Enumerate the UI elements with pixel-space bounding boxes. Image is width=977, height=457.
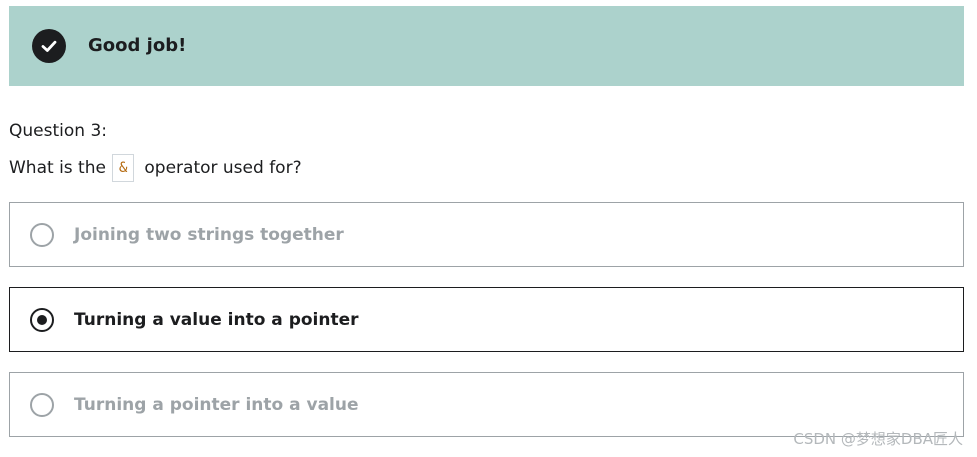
question-number: Question 3:	[9, 121, 107, 141]
answer-option-1[interactable]: Joining two strings together	[9, 202, 964, 267]
radio-button[interactable]	[30, 393, 54, 417]
banner-message: Good job!	[88, 35, 187, 56]
answer-option-label: Turning a value into a pointer	[74, 310, 359, 330]
check-circle-icon	[32, 29, 66, 63]
radio-button-selected[interactable]	[30, 308, 54, 332]
code-snippet: &	[111, 154, 135, 182]
watermark: CSDN @梦想家DBA匠人	[793, 430, 963, 448]
answer-option-label: Joining two strings together	[74, 225, 344, 245]
radio-button[interactable]	[30, 223, 54, 247]
success-banner: Good job!	[9, 6, 964, 86]
question-text-before: What is the	[9, 158, 106, 178]
question-text-after: operator used for?	[144, 158, 302, 178]
question-prompt: What is the & operator used for?	[9, 154, 302, 182]
answer-option-3[interactable]: Turning a pointer into a value	[9, 372, 964, 437]
answer-option-2[interactable]: Turning a value into a pointer	[9, 287, 964, 352]
answer-option-label: Turning a pointer into a value	[74, 395, 359, 415]
